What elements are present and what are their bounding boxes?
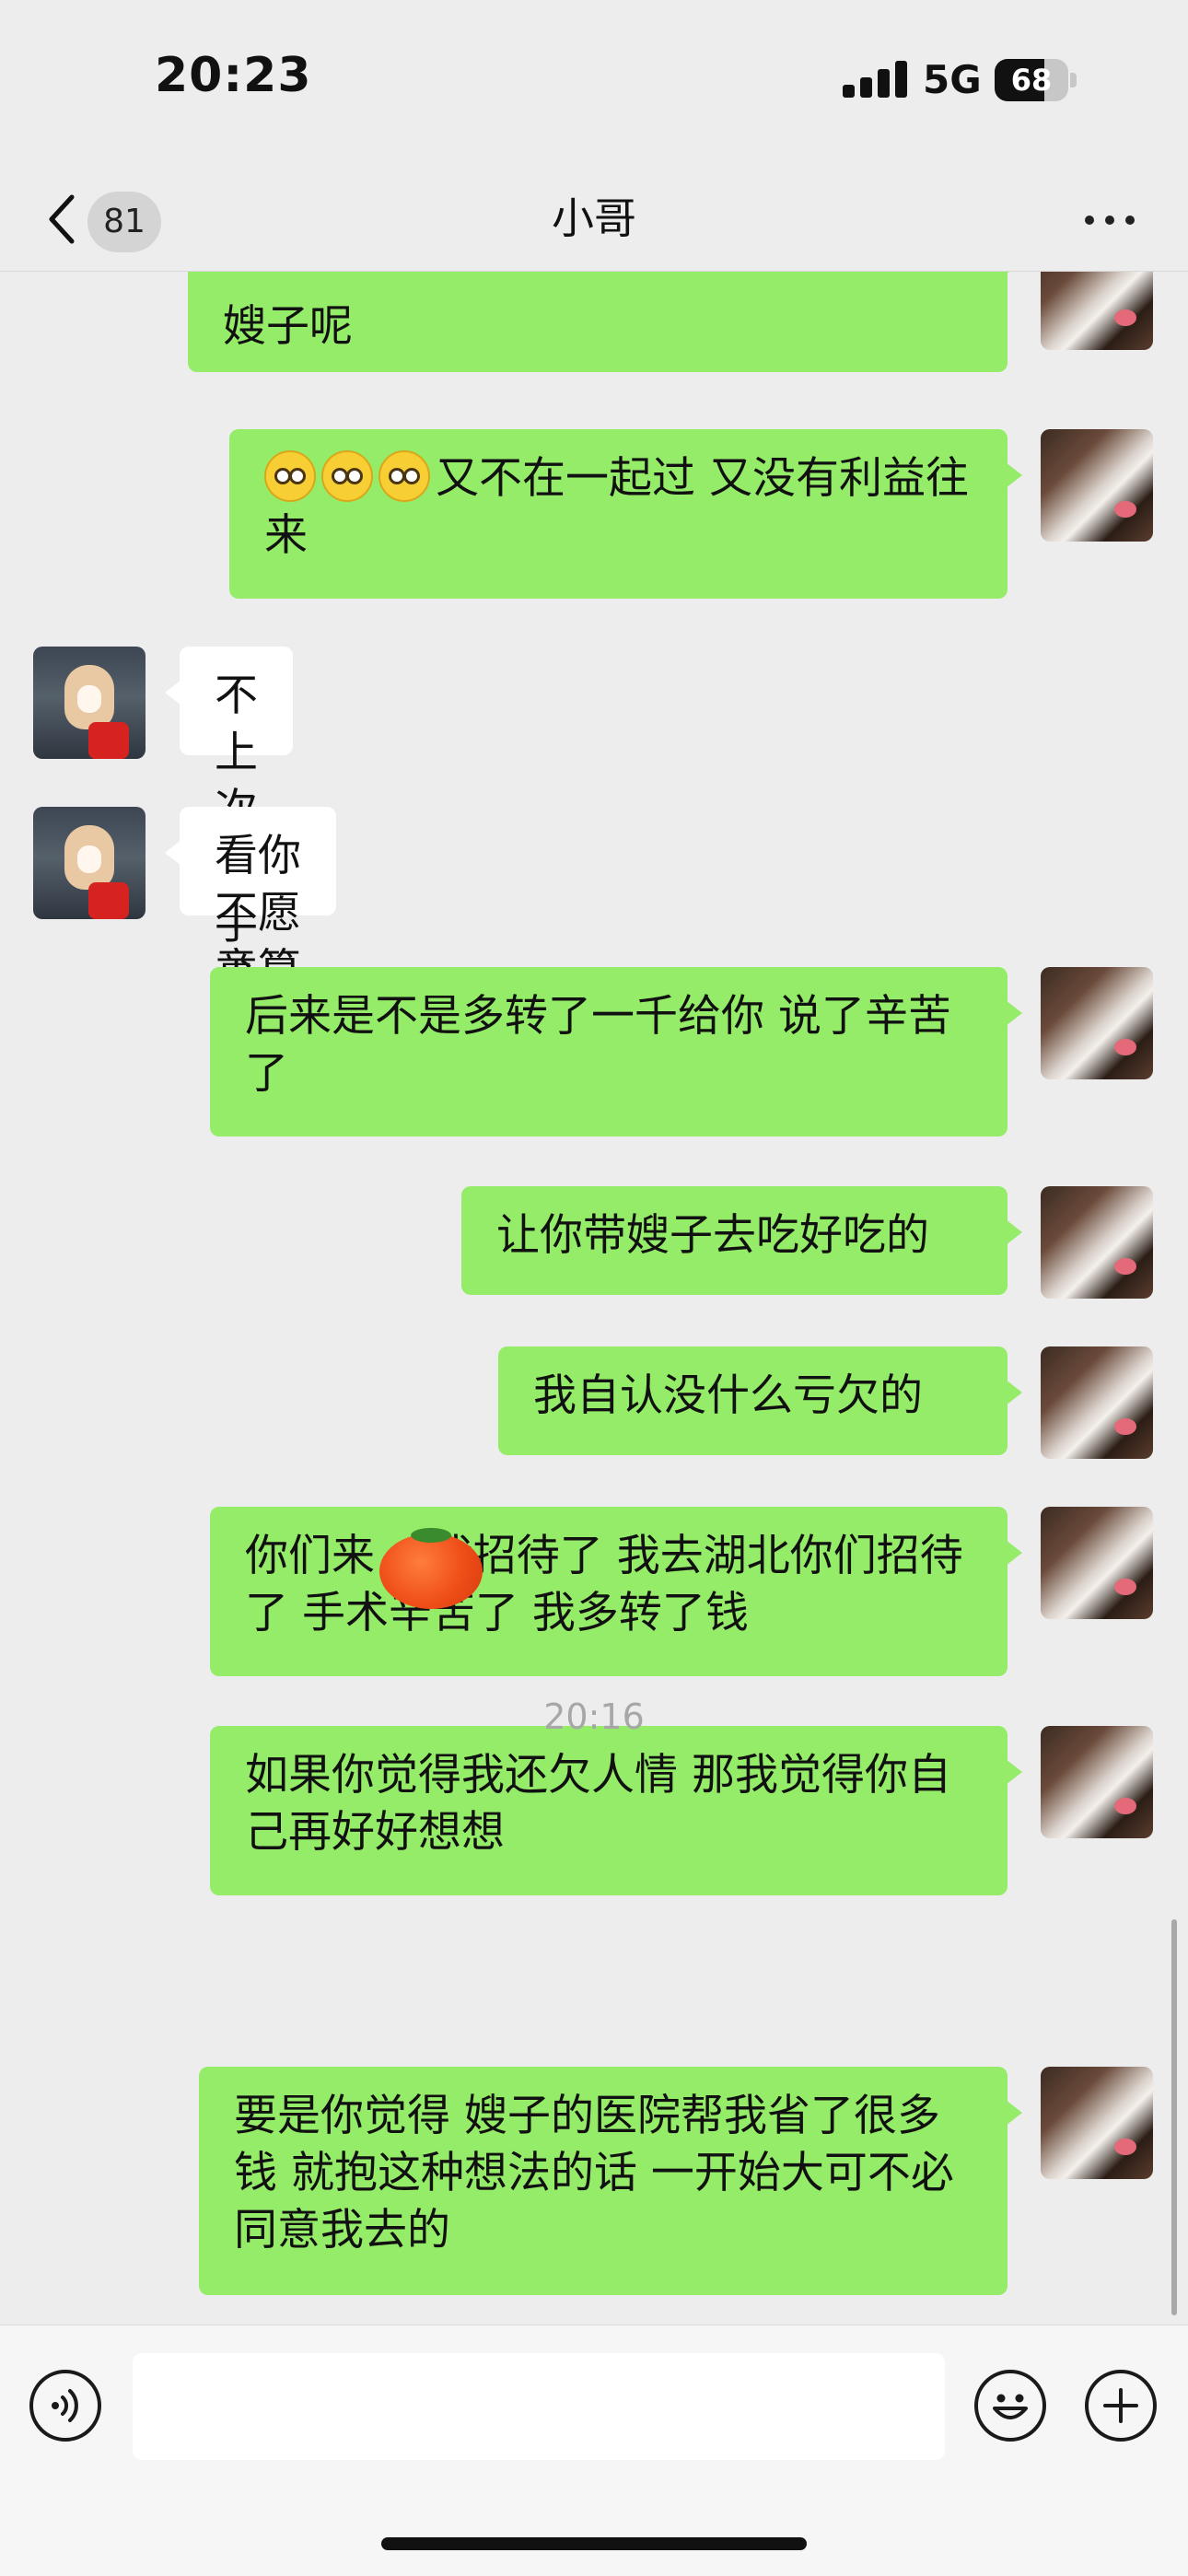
message-bubble[interactable]: 不上次做手术嘛 bbox=[165, 647, 293, 1064]
message-bubble[interactable]: 你们来 我招待了 我去湖北你们招待了 手术辛苦了 我多转了钱 bbox=[210, 1507, 1022, 1676]
cellular-signal-icon bbox=[843, 61, 907, 98]
message-text: 如果你觉得我还欠人情 那我觉得你自己再好好想想 bbox=[245, 1750, 951, 1858]
contact-avatar[interactable] bbox=[33, 647, 146, 759]
battery-icon: 68 bbox=[995, 59, 1077, 101]
message-text: 嫂子呢 bbox=[223, 301, 353, 352]
my-avatar[interactable] bbox=[1041, 429, 1153, 542]
voice-input-button[interactable] bbox=[29, 2370, 101, 2442]
slightly-smiling-face-icon bbox=[379, 450, 430, 502]
emoji-icon bbox=[993, 2394, 1028, 2419]
scrollbar[interactable] bbox=[1171, 1919, 1177, 2315]
message-text: 后来是不是多转了一千给你 说了辛苦了 bbox=[245, 991, 951, 1099]
message-bubble[interactable]: 如果你觉得我还欠人情 那我觉得你自己再好好想想 bbox=[210, 1726, 1022, 1895]
message-input[interactable] bbox=[133, 2353, 945, 2460]
message-timestamp: 20:16 bbox=[543, 1696, 645, 1737]
my-avatar[interactable] bbox=[1041, 967, 1153, 1079]
my-avatar[interactable] bbox=[1041, 1726, 1153, 1838]
message-bubble[interactable]: 又不在一起过 又没有利益往来 bbox=[229, 429, 1022, 599]
my-avatar[interactable] bbox=[1041, 1507, 1153, 1619]
message-bubble[interactable]: 让你带嫂子去吃好吃的 bbox=[461, 1186, 1022, 1295]
unread-count-badge: 81 bbox=[87, 192, 161, 252]
more-features-button[interactable] bbox=[1085, 2370, 1157, 2442]
message-text: 我自认没什么亏欠的 bbox=[533, 1370, 923, 1421]
message-bubble[interactable]: 看你 不愿意算了。 bbox=[165, 807, 336, 1053]
slightly-smiling-face-icon bbox=[321, 450, 373, 502]
message-text: 要是你觉得 嫂子的医院帮我省了很多钱 就抱这种想法的话 一开始大可不必同意我去的 bbox=[234, 2091, 954, 2255]
contact-avatar[interactable] bbox=[33, 807, 146, 919]
message-bubble[interactable]: 嫂子呢 bbox=[188, 271, 1022, 372]
plus-icon bbox=[1103, 2388, 1138, 2423]
more-options-button[interactable] bbox=[1077, 186, 1142, 251]
input-bar bbox=[0, 2325, 1188, 2576]
message-text: 让你带嫂子去吃好吃的 bbox=[496, 1210, 929, 1261]
message-text: 你们来 我招待了 我去湖北你们招待了 手术辛苦了 我多转了钱 bbox=[245, 1531, 963, 1638]
message-bubble[interactable]: 后来是不是多转了一千给你 说了辛苦了 bbox=[210, 967, 1022, 1136]
my-avatar[interactable] bbox=[1041, 2067, 1153, 2179]
chat-header: 小哥 81 bbox=[0, 166, 1188, 272]
emoji-button[interactable] bbox=[974, 2370, 1046, 2442]
battery-percent: 68 bbox=[1010, 63, 1053, 98]
status-time: 20:23 bbox=[155, 48, 312, 103]
my-avatar[interactable] bbox=[1041, 271, 1153, 350]
chevron-left-icon bbox=[49, 194, 75, 244]
my-avatar[interactable] bbox=[1041, 1186, 1153, 1299]
status-bar: 20:23 5G 68 bbox=[0, 0, 1188, 166]
home-indicator[interactable] bbox=[381, 2537, 807, 2550]
slightly-smiling-face-icon bbox=[264, 450, 316, 502]
tomato-sticker-icon bbox=[379, 1528, 483, 1609]
message-list[interactable]: 嫂子呢 又不在一起过 又没有利益往来 不上次做手术嘛 看你 不愿意算了。 后来是… bbox=[0, 271, 1188, 2325]
voice-input-icon bbox=[52, 2389, 78, 2422]
my-avatar[interactable] bbox=[1041, 1346, 1153, 1459]
network-type: 5G bbox=[923, 57, 982, 102]
back-button[interactable]: 81 bbox=[37, 181, 184, 254]
message-bubble[interactable]: 我自认没什么亏欠的 bbox=[498, 1346, 1022, 1455]
message-bubble[interactable]: 要是你觉得 嫂子的医院帮我省了很多钱 就抱这种想法的话 一开始大可不必同意我去的 bbox=[199, 2067, 1022, 2295]
